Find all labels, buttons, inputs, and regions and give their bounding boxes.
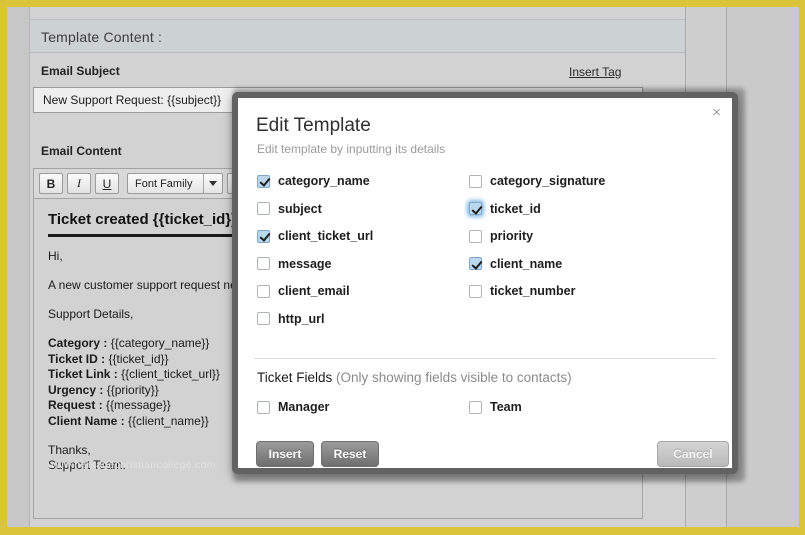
detail-key: Request :: [48, 398, 107, 412]
email-content-label: Email Content: [41, 144, 122, 158]
checkbox-icon[interactable]: [469, 400, 482, 414]
cancel-button[interactable]: Cancel: [657, 441, 729, 467]
checkbox-icon[interactable]: [257, 202, 270, 215]
checkbox-item-message[interactable]: message: [257, 257, 469, 271]
detail-key: Category :: [48, 336, 111, 350]
ticket-fields-title: Ticket Fields: [257, 370, 333, 385]
checkbox-item-client_email[interactable]: client_email: [257, 284, 469, 298]
checkbox-item-Team[interactable]: Team: [469, 400, 681, 414]
email-subject-label: Email Subject: [41, 64, 120, 78]
checkbox-icon[interactable]: [257, 257, 270, 270]
dialog-title: Edit Template: [256, 115, 371, 136]
bold-button[interactable]: B: [39, 173, 63, 194]
checkbox-item-Manager[interactable]: Manager: [257, 400, 469, 414]
checkbox-item-category_name[interactable]: category_name: [257, 174, 469, 188]
section-divider: [254, 358, 716, 359]
checkbox-item-client_name[interactable]: client_name: [469, 257, 681, 271]
detail-key: Ticket ID :: [48, 351, 109, 366]
ticket-fields-note: (Only showing fields visible to contacts…: [336, 370, 572, 385]
checkbox-row: subject ticket_id: [257, 202, 717, 216]
panel-header-title: Template Content :: [30, 19, 685, 53]
checkbox-item-client_ticket_url[interactable]: client_ticket_url: [257, 229, 469, 243]
detail-value: {{ticket_id}}: [108, 351, 169, 366]
checkbox-icon[interactable]: [469, 284, 482, 298]
checkbox-row: Manager Team: [257, 400, 717, 414]
email-divider: [48, 234, 233, 237]
ticket-fields-checkbox-grid: Manager Team: [257, 400, 717, 428]
reset-button[interactable]: Reset: [321, 441, 379, 467]
checkbox-icon[interactable]: [469, 229, 482, 243]
checkbox-label[interactable]: http_url: [278, 312, 325, 326]
checkbox-row: client_ticket_url priority: [257, 229, 717, 243]
checkbox-row: message client_name: [257, 257, 717, 271]
checkbox-row: client_email ticket_number: [257, 284, 717, 298]
checkbox-icon[interactable]: [257, 400, 270, 414]
checkbox-row: http_url: [257, 312, 717, 326]
italic-button[interactable]: I: [67, 173, 91, 194]
checkbox-label[interactable]: ticket_id: [490, 202, 541, 216]
detail-value: {{priority}}: [106, 382, 159, 397]
detail-key: Client Name :: [48, 413, 129, 428]
detail-key: Ticket Link :: [48, 367, 122, 381]
checkbox-label[interactable]: client_email: [278, 284, 350, 298]
underline-button[interactable]: U: [95, 173, 119, 194]
checkbox-label[interactable]: message: [278, 257, 332, 271]
close-icon[interactable]: ×: [709, 103, 724, 122]
checkbox-label[interactable]: subject: [278, 202, 322, 216]
checkbox-icon[interactable]: [469, 257, 482, 270]
checkbox-item-subject[interactable]: subject: [257, 202, 469, 216]
template-tag-checkbox-grid: category_name category_signaturesubject ti…: [257, 174, 717, 339]
chevron-down-icon: [203, 174, 221, 193]
checkbox-icon[interactable]: [257, 229, 270, 243]
checkbox-item-http_url[interactable]: http_url: [257, 312, 469, 326]
checkbox-row: category_name category_signature: [257, 174, 717, 188]
checkbox-icon[interactable]: [257, 312, 270, 325]
app-page: Template Content : Email Subject Insert …: [7, 7, 799, 527]
dialog-subtitle: Edit template by inputting its details: [257, 142, 446, 156]
page-frame: Template Content : Email Subject Insert …: [0, 0, 805, 535]
insert-button[interactable]: Insert: [256, 441, 314, 467]
insert-tag-link[interactable]: Insert Tag: [569, 65, 621, 79]
checkbox-item-ticket_id[interactable]: ticket_id: [469, 202, 681, 216]
checkbox-label[interactable]: priority: [490, 229, 533, 243]
font-family-value: Font Family: [135, 177, 193, 190]
checkbox-item-priority[interactable]: priority: [469, 229, 681, 243]
checkbox-label[interactable]: ticket_number: [490, 284, 575, 298]
detail-value: {{client_ticket_url}}: [121, 367, 220, 381]
ticket-fields-heading: Ticket Fields (Only showing fields visib…: [257, 370, 572, 385]
checkbox-label[interactable]: client_name: [490, 257, 562, 271]
checkbox-label[interactable]: Manager: [278, 400, 329, 414]
checkbox-item-category_signature[interactable]: category_signature: [469, 174, 681, 188]
checkbox-label[interactable]: client_ticket_url: [278, 229, 373, 243]
checkbox-icon[interactable]: [257, 174, 270, 188]
font-family-select[interactable]: Font Family: [127, 173, 223, 194]
detail-value: {{client_name}}: [128, 413, 209, 428]
edit-template-dialog: × Edit Template Edit template by inputti…: [232, 92, 738, 474]
detail-key: Urgency :: [48, 382, 107, 397]
checkbox-item-ticket_number[interactable]: ticket_number: [469, 284, 681, 298]
checkbox-label[interactable]: category_signature: [490, 174, 605, 188]
checkbox-icon[interactable]: [257, 284, 270, 298]
watermark-text: www.heritagechristiancollege.com: [48, 459, 216, 471]
detail-value: {{message}}: [106, 398, 171, 412]
checkbox-icon[interactable]: [469, 174, 482, 188]
checkbox-label[interactable]: category_name: [278, 174, 370, 188]
left-gutter: [7, 7, 30, 527]
checkbox-icon[interactable]: [469, 202, 482, 215]
detail-value: {{category_name}}: [110, 336, 210, 350]
checkbox-label[interactable]: Team: [490, 400, 522, 414]
